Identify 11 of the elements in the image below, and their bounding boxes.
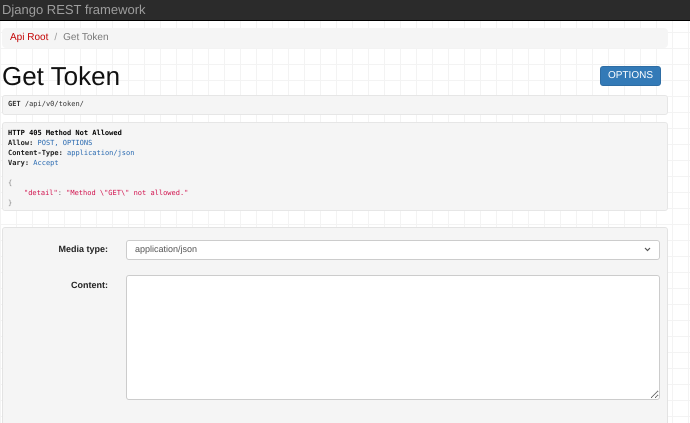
breadcrumb-link[interactable]: Get Token [63, 30, 109, 45]
media-type-label: Media type: [57, 242, 108, 256]
content-field[interactable] [126, 274, 660, 400]
brand-link[interactable]: Django REST framework [2, 0, 146, 20]
breadcrumb-link[interactable]: Api Root [10, 30, 48, 45]
media-type-select[interactable]: application/json [126, 240, 660, 260]
chevron-down-icon [644, 247, 651, 252]
options-button[interactable]: OPTIONS [600, 66, 661, 86]
breadcrumb-separator: / [54, 31, 58, 45]
page-title: Get Token [2, 62, 120, 88]
content-label: Content: [70, 278, 108, 292]
